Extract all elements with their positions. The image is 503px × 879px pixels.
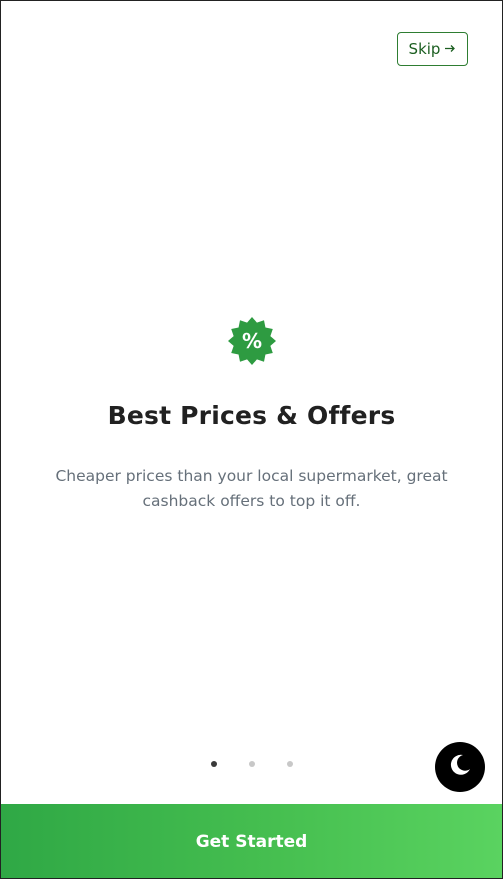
skip-button[interactable]: Skip bbox=[397, 32, 468, 66]
arrow-right-icon bbox=[445, 43, 456, 55]
moon-icon bbox=[447, 752, 473, 782]
slide-description: Cheaper prices than your local supermark… bbox=[55, 467, 448, 510]
pagination-dot[interactable] bbox=[210, 761, 217, 767]
theme-toggle-button[interactable] bbox=[435, 742, 485, 792]
percent-symbol: % bbox=[242, 329, 262, 353]
discount-badge-icon: % bbox=[227, 316, 277, 366]
pagination-dot[interactable] bbox=[286, 761, 293, 767]
skip-label: Skip bbox=[408, 40, 441, 58]
get-started-button[interactable]: Get Started bbox=[1, 804, 502, 878]
pagination-dots bbox=[1, 761, 502, 767]
onboarding-screen: Skip % Best Prices & Offers Cheaper pric… bbox=[0, 0, 503, 879]
slide-title: Best Prices & Offers bbox=[107, 401, 396, 430]
pagination-dot[interactable] bbox=[248, 761, 255, 767]
